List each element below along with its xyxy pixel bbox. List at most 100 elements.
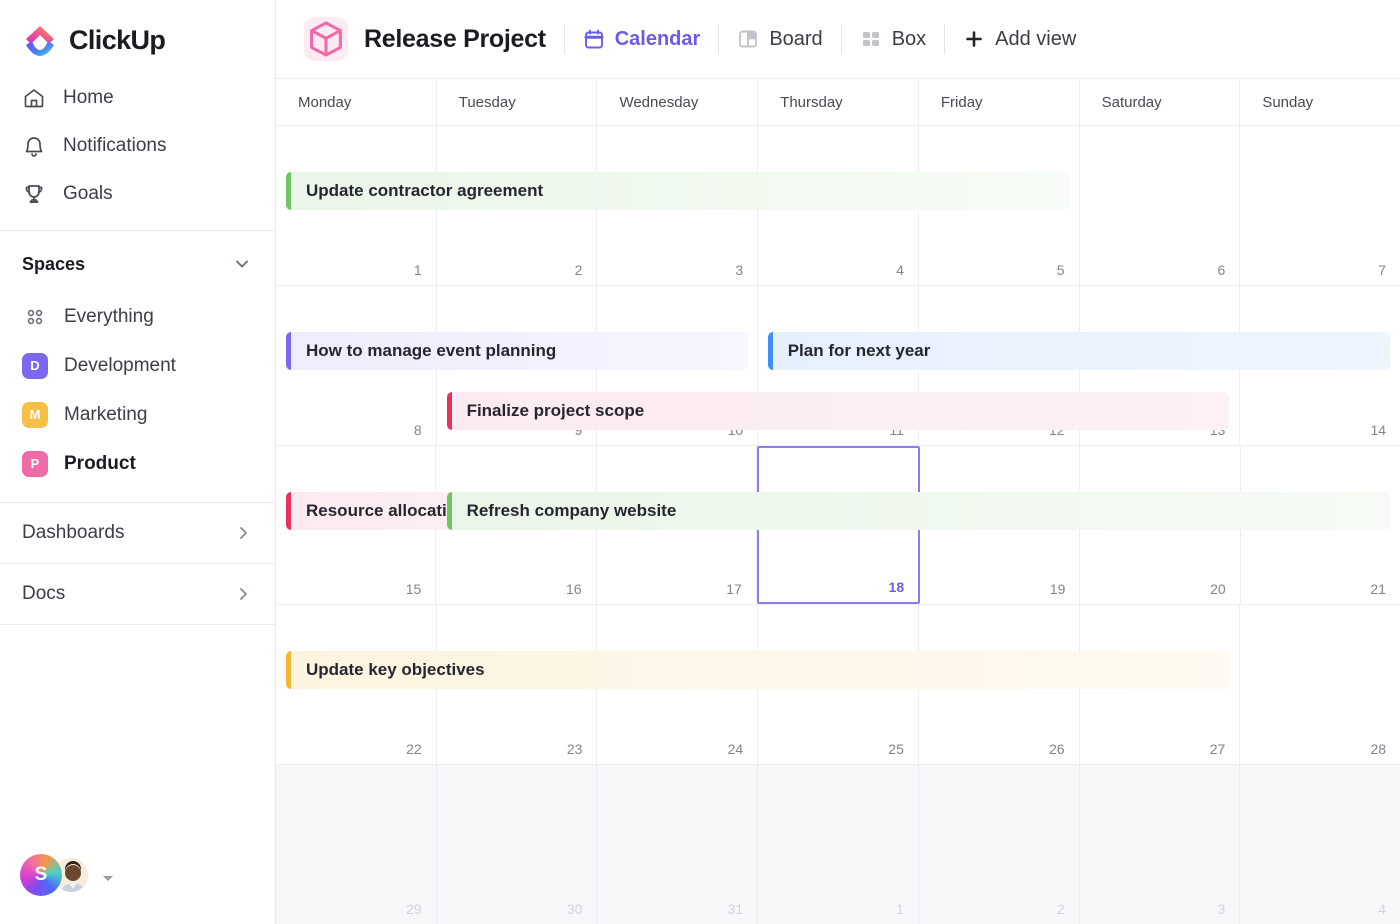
main-area: Release Project Calendar <box>276 0 1400 924</box>
clickup-wordmark: ClickUp <box>69 25 165 56</box>
day-of-week-header: Monday Tuesday Wednesday Thursday Friday… <box>276 79 1400 125</box>
tab-board[interactable]: Board <box>737 28 822 51</box>
clickup-logo[interactable]: ClickUp <box>0 0 275 62</box>
day-number: 7 <box>1378 262 1386 278</box>
plus-icon <box>963 28 985 50</box>
dow-sunday: Sunday <box>1240 79 1400 125</box>
calendar-event[interactable]: Plan for next year <box>768 332 1390 370</box>
sidebar-item-label: Goals <box>63 183 113 205</box>
sidebar-item-home[interactable]: Home <box>0 74 275 122</box>
event-title: Resource allocation <box>291 501 468 521</box>
day-cell[interactable]: 31 <box>597 765 758 924</box>
chevron-down-icon[interactable] <box>233 255 251 273</box>
day-number: 4 <box>1378 901 1386 917</box>
day-number: 22 <box>406 741 422 757</box>
day-number: 2 <box>575 262 583 278</box>
calendar-event[interactable]: Update key objectives <box>286 651 1229 689</box>
tab-label: Box <box>892 28 926 51</box>
day-number: 18 <box>889 579 905 595</box>
section-label: Dashboards <box>22 522 124 544</box>
add-view-button[interactable]: Add view <box>963 28 1076 51</box>
day-number: 31 <box>728 901 744 917</box>
day-cell[interactable]: 2 <box>919 765 1080 924</box>
spaces-title: Spaces <box>22 254 85 275</box>
sidebar-item-label: Notifications <box>63 135 167 157</box>
sidebar-item-notifications[interactable]: Notifications <box>0 122 275 170</box>
cube-icon <box>304 17 348 61</box>
day-number: 1 <box>896 901 904 917</box>
sidebar-item-label: Home <box>63 87 114 109</box>
user-avatar-group[interactable]: S <box>20 854 114 896</box>
divider <box>944 24 945 54</box>
calendar-weeks: 1234567Update contractor agreement891011… <box>276 125 1400 924</box>
avatar[interactable]: S <box>20 854 62 896</box>
calendar-event[interactable]: How to manage event planning <box>286 332 748 370</box>
dow-saturday: Saturday <box>1080 79 1241 125</box>
day-cell[interactable]: 29 <box>276 765 437 924</box>
dow-friday: Friday <box>919 79 1080 125</box>
avatar-initial: M <box>30 407 41 422</box>
board-icon <box>737 28 759 50</box>
day-number: 4 <box>896 262 904 278</box>
sidebar: ClickUp Home Notific <box>0 0 276 924</box>
day-cell[interactable]: 30 <box>437 765 598 924</box>
day-number: 1 <box>414 262 422 278</box>
page-title: Release Project <box>364 25 546 54</box>
calendar-event[interactable]: Update contractor agreement <box>286 172 1069 210</box>
sidebar-item-docs[interactable]: Docs <box>0 564 275 624</box>
calendar-week: 2930 31 12 3 4 <box>276 764 1400 924</box>
calendar-week: 1234567Update contractor agreement <box>276 125 1400 285</box>
calendar-event[interactable]: Refresh company website <box>447 492 1390 530</box>
calendar-event[interactable]: Finalize project scope <box>447 392 1230 430</box>
dow-tuesday: Tuesday <box>437 79 598 125</box>
day-number: 5 <box>1057 262 1065 278</box>
day-cell[interactable]: 7 <box>1240 126 1400 285</box>
tab-calendar[interactable]: Calendar <box>583 28 701 51</box>
day-number: 26 <box>1049 741 1065 757</box>
box-grid-icon <box>860 28 882 50</box>
event-title: Plan for next year <box>773 341 931 361</box>
bell-icon <box>22 134 46 158</box>
day-number: 20 <box>1210 581 1226 597</box>
day-number: 25 <box>888 741 904 757</box>
section-label: Docs <box>22 583 65 605</box>
space-label: Marketing <box>64 404 147 426</box>
day-cell-row: 2930 31 12 3 4 <box>276 765 1400 924</box>
event-title: Refresh company website <box>452 501 677 521</box>
sidebar-item-development[interactable]: D Development <box>0 341 275 390</box>
sidebar-item-everything[interactable]: Everything <box>0 292 275 341</box>
chevron-right-icon <box>235 586 251 602</box>
dow-monday: Monday <box>276 79 437 125</box>
day-number: 28 <box>1370 741 1386 757</box>
event-title: Update key objectives <box>291 660 485 680</box>
day-cell[interactable]: 4 <box>1240 765 1400 924</box>
sidebar-item-goals[interactable]: Goals <box>0 170 275 218</box>
trophy-icon <box>22 182 46 206</box>
calendar-week: 22232425262728Update key objectives <box>276 604 1400 764</box>
avatar-initial: S <box>35 864 48 886</box>
sidebar-item-dashboards[interactable]: Dashboards <box>0 503 275 563</box>
avatar: P <box>22 451 48 477</box>
day-number: 6 <box>1218 262 1226 278</box>
tab-box[interactable]: Box <box>860 28 926 51</box>
calendar-icon <box>583 28 605 50</box>
day-number: 17 <box>726 581 742 597</box>
top-bar: Release Project Calendar <box>276 0 1400 79</box>
sidebar-item-product[interactable]: P Product <box>0 439 275 488</box>
space-label: Everything <box>64 306 154 328</box>
spaces-header[interactable]: Spaces <box>0 236 275 292</box>
sidebar-item-marketing[interactable]: M Marketing <box>0 390 275 439</box>
day-cell[interactable]: 28 <box>1240 605 1400 764</box>
grid-dots-icon <box>22 304 48 330</box>
chevron-down-icon[interactable] <box>102 870 114 880</box>
day-cell[interactable]: 6 <box>1080 126 1241 285</box>
day-number: 24 <box>728 741 744 757</box>
day-cell[interactable]: 1 <box>758 765 919 924</box>
day-number: 15 <box>406 581 422 597</box>
add-view-label: Add view <box>995 28 1076 51</box>
divider <box>718 24 719 54</box>
tab-label: Board <box>769 28 822 51</box>
day-number: 3 <box>1218 901 1226 917</box>
day-number: 27 <box>1210 741 1226 757</box>
day-cell[interactable]: 3 <box>1080 765 1241 924</box>
